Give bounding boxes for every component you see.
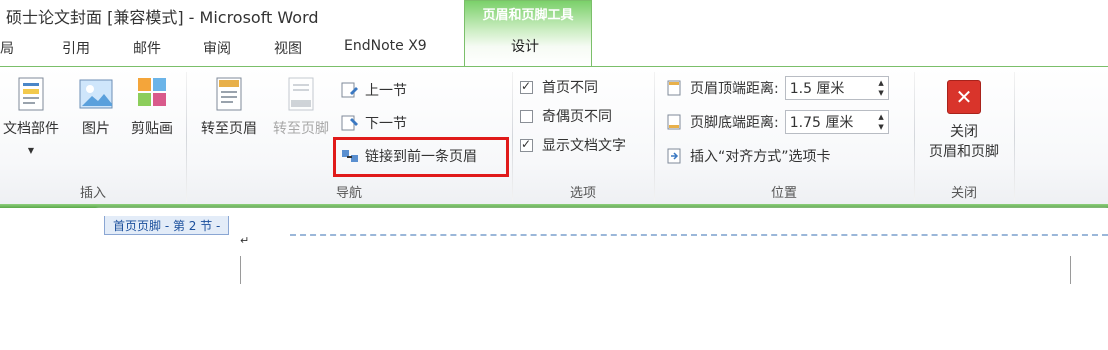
footer-bottom-label: 页脚底端距离:: [690, 115, 779, 131]
margin-marker: [1070, 256, 1071, 284]
insert-align-tab-label: 插入“对齐方式”选项卡: [690, 149, 831, 165]
header-position-icon: [666, 80, 684, 96]
chevron-down-icon: ▼: [27, 146, 35, 155]
clip-art-label: 剪贴画: [131, 121, 173, 137]
header-top-label: 页眉顶端距离:: [690, 81, 779, 97]
footer-bottom-value: 1.75 厘米: [789, 115, 854, 131]
tab-references[interactable]: 引用: [62, 38, 90, 58]
footer-position-icon: [666, 114, 684, 130]
footer-bottom-distance: 页脚底端距离: 1.75 厘米 ▲ ▼: [666, 110, 889, 134]
tab-review[interactable]: 审阅: [203, 38, 231, 58]
footer-boundary-line: [290, 234, 1108, 236]
tab-layout[interactable]: 布局: [0, 38, 14, 58]
tab-view[interactable]: 视图: [274, 38, 302, 58]
group-label-close: 关闭: [950, 186, 977, 201]
ribbon-tabs: 布局 引用 邮件 审阅 视图 EndNote X9 设计: [0, 30, 1108, 66]
group-label-options: 选项: [569, 186, 596, 201]
close-icon: ✕: [947, 80, 981, 114]
footer-bottom-spinner[interactable]: 1.75 厘米 ▲ ▼: [784, 110, 889, 134]
highlight-box: [333, 137, 509, 177]
show-doc-text-label: 显示文档文字: [542, 138, 626, 154]
checkbox-checked-icon: [520, 137, 533, 152]
header-top-value: 1.5 厘米: [789, 81, 845, 97]
close-header-footer-label: 关闭 页眉和页脚: [929, 124, 999, 160]
group-label-position: 位置: [770, 186, 797, 201]
doc-parts-icon: [13, 76, 49, 112]
group-label-navigation: 导航: [335, 186, 362, 201]
odd-even-label: 奇偶页不同: [542, 109, 612, 125]
goto-footer-label: 转至页脚: [273, 121, 329, 137]
document-page[interactable]: [98, 208, 1108, 350]
picture-button[interactable]: 图片: [74, 76, 118, 138]
checkbox-checked-icon: [520, 79, 533, 94]
clip-art-icon: [134, 76, 170, 112]
next-section-button[interactable]: 下一节: [341, 113, 407, 133]
prev-section-icon: [341, 82, 359, 98]
spinner-arrows-icon[interactable]: ▲ ▼: [878, 78, 883, 98]
prev-section-button[interactable]: 上一节: [341, 80, 407, 100]
diff-first-page-label: 首页不同: [542, 80, 598, 96]
doc-parts-button[interactable]: 文档部件 ▼: [0, 76, 68, 155]
tab-design[interactable]: 设计: [511, 36, 539, 56]
next-section-label: 下一节: [365, 116, 407, 132]
diff-first-page-checkbox[interactable]: 首页不同: [520, 77, 598, 97]
spinner-arrows-icon[interactable]: ▲ ▼: [878, 112, 883, 132]
window-title: 硕士论文封面 [兼容模式] - Microsoft Word: [6, 8, 319, 27]
group-separator: [1014, 72, 1015, 202]
insert-align-tab-button[interactable]: 插入“对齐方式”选项卡: [666, 146, 831, 166]
prev-section-label: 上一节: [365, 83, 407, 99]
goto-header-button[interactable]: 转至页眉: [192, 76, 266, 138]
tab-endnote[interactable]: EndNote X9: [344, 38, 427, 54]
tab-mailings[interactable]: 邮件: [133, 38, 161, 58]
doc-parts-label: 文档部件: [3, 121, 59, 137]
margin-marker: [240, 256, 241, 284]
goto-footer-icon: [283, 76, 319, 112]
show-doc-text-checkbox[interactable]: 显示文档文字: [520, 135, 626, 155]
footer-section-tag: 首页页脚 - 第 2 节 -: [104, 216, 230, 235]
goto-footer-button[interactable]: 转至页脚: [264, 76, 338, 138]
goto-header-icon: [211, 76, 247, 112]
picture-label: 图片: [82, 121, 110, 137]
paragraph-mark: ↵: [240, 234, 250, 247]
left-gutter: [0, 208, 98, 350]
context-tab-group-label: 页眉和页脚工具: [482, 8, 574, 23]
header-top-distance: 页眉顶端距离: 1.5 厘米 ▲ ▼: [666, 76, 889, 100]
clip-art-button[interactable]: 剪贴画: [124, 76, 180, 138]
odd-even-checkbox[interactable]: 奇偶页不同: [520, 106, 612, 126]
close-header-footer-button[interactable]: ✕ 关闭 页眉和页脚: [918, 80, 1010, 162]
checkbox-unchecked-icon: [520, 109, 533, 123]
group-label-insert: 插入: [79, 186, 106, 201]
goto-header-label: 转至页眉: [201, 121, 257, 137]
next-section-icon: [341, 115, 359, 131]
align-tab-icon: [666, 148, 684, 164]
header-top-spinner[interactable]: 1.5 厘米 ▲ ▼: [784, 76, 889, 100]
picture-icon: [78, 76, 114, 112]
